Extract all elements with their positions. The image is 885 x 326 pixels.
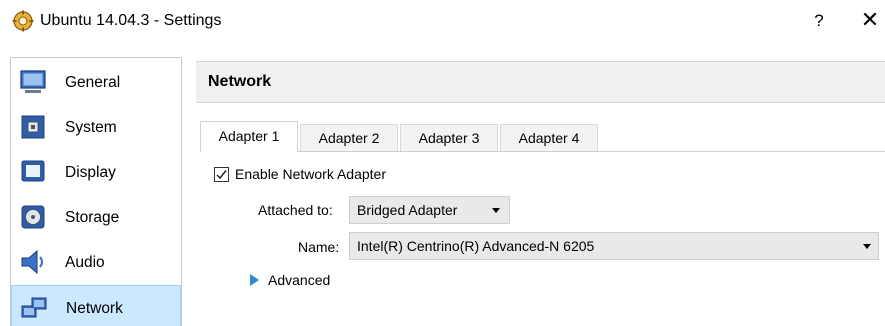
title-bar: Ubuntu 14.04.3 - Settings ? ✕	[0, 0, 885, 44]
close-button[interactable]: ✕	[858, 7, 882, 33]
enable-adapter-checkbox[interactable]	[214, 167, 229, 182]
chevron-down-icon	[863, 244, 871, 249]
window-title: Ubuntu 14.04.3 - Settings	[40, 12, 222, 29]
storage-icon	[21, 205, 45, 229]
advanced-toggle[interactable]: Advanced	[268, 272, 330, 288]
enable-adapter-label[interactable]: Enable Network Adapter	[235, 166, 386, 182]
tab-adapter-1[interactable]: Adapter 1	[200, 121, 298, 152]
general-icon	[20, 70, 46, 93]
sidebar-item-system[interactable]: System	[11, 105, 181, 150]
attached-to-select[interactable]: Bridged Adapter	[349, 196, 510, 224]
expand-arrow-icon[interactable]	[250, 274, 259, 286]
sidebar-item-display[interactable]: Display	[11, 150, 181, 195]
settings-sidebar: General System Display Storage Audio Net…	[10, 57, 182, 326]
network-icon	[21, 297, 47, 318]
sidebar-item-general[interactable]: General	[11, 60, 181, 105]
tab-adapter-3[interactable]: Adapter 3	[400, 124, 498, 151]
name-select[interactable]: Intel(R) Centrino(R) Advanced-N 6205	[349, 232, 879, 260]
page-title: Network	[208, 73, 272, 90]
help-button[interactable]: ?	[808, 9, 830, 33]
sidebar-item-label: General	[65, 74, 121, 91]
close-icon: ✕	[860, 7, 880, 32]
virtualbox-gear-icon	[12, 10, 34, 32]
sidebar-item-label: Audio	[65, 254, 105, 271]
tab-divider	[200, 151, 885, 152]
sidebar-item-audio[interactable]: Audio	[11, 240, 181, 285]
attached-to-value: Bridged Adapter	[357, 202, 458, 218]
panel-header: Network	[196, 61, 885, 103]
tab-adapter-4[interactable]: Adapter 4	[500, 124, 598, 151]
attached-to-label: Attached to:	[258, 202, 333, 218]
name-label: Name:	[298, 239, 340, 255]
sidebar-item-label: Storage	[65, 209, 120, 226]
checkmark-icon	[216, 170, 227, 180]
sidebar-item-label: Network	[66, 300, 123, 317]
tab-adapter-2[interactable]: Adapter 2	[300, 124, 398, 151]
audio-icon	[21, 249, 43, 275]
sidebar-item-label: Display	[65, 164, 116, 181]
sidebar-item-label: System	[65, 119, 117, 136]
name-value: Intel(R) Centrino(R) Advanced-N 6205	[357, 238, 595, 254]
sidebar-item-storage[interactable]: Storage	[11, 195, 181, 240]
display-icon	[21, 160, 45, 182]
sidebar-item-network[interactable]: Network	[11, 285, 181, 326]
system-icon	[21, 115, 45, 139]
chevron-down-icon	[492, 208, 500, 213]
